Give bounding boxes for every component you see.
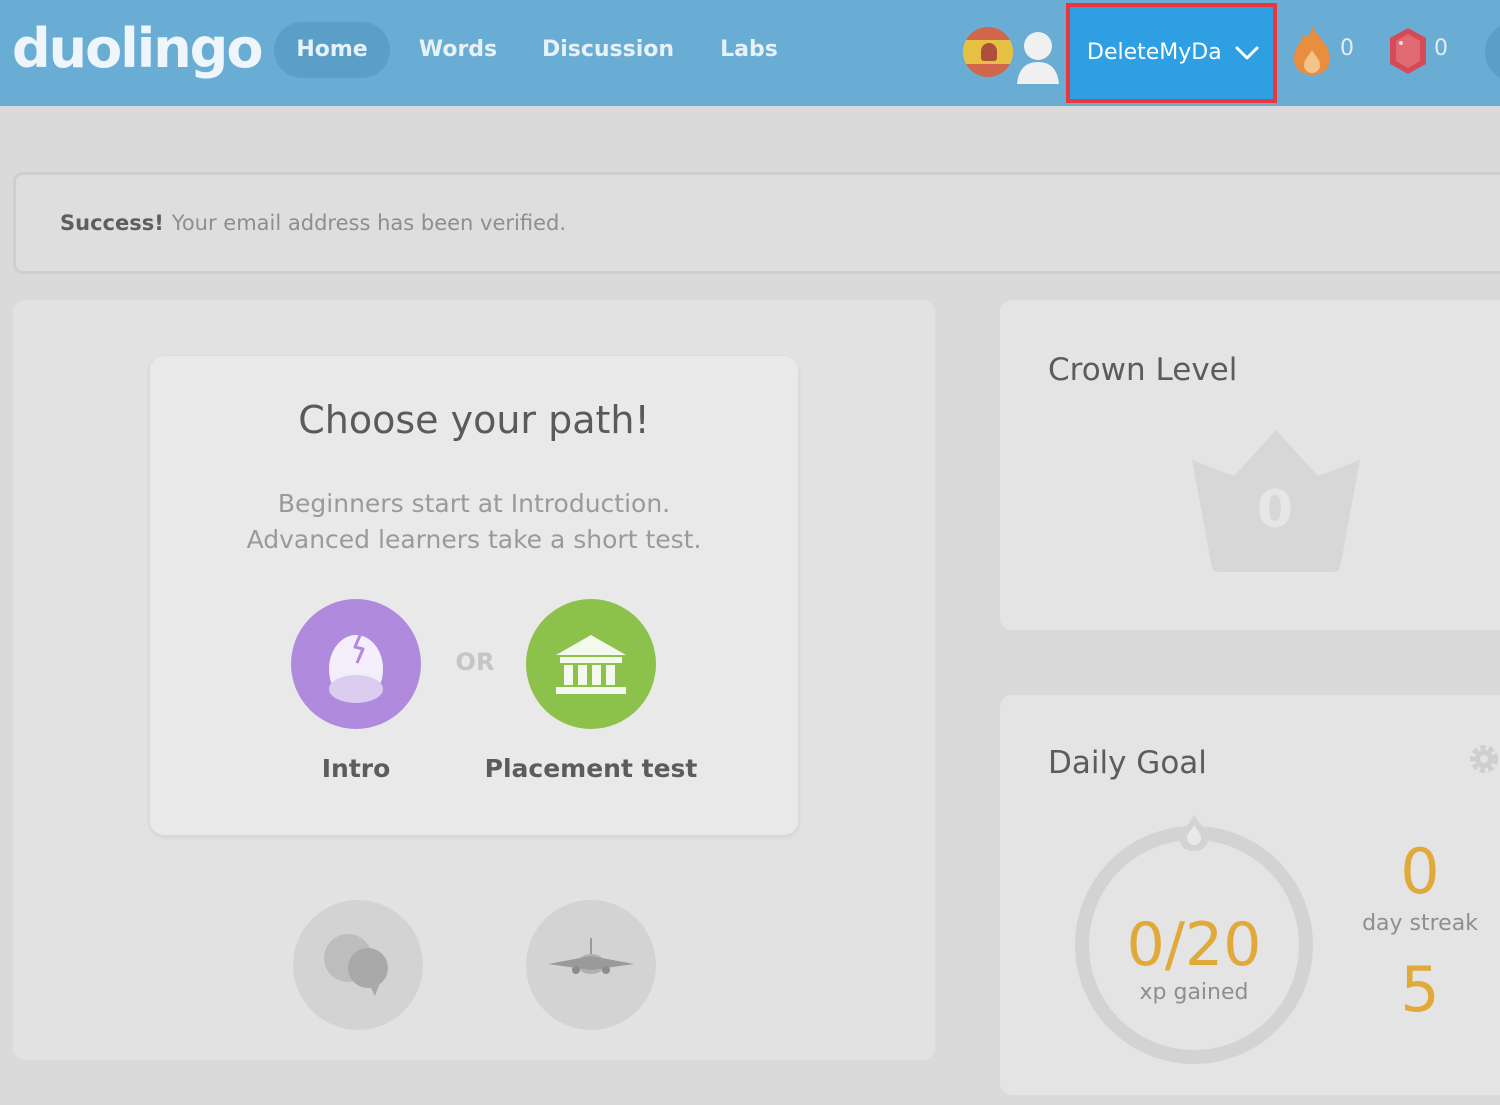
crown-level-value: 0	[1256, 480, 1294, 540]
path-title: Choose your path!	[298, 398, 650, 442]
daily-goal-title: Daily Goal	[1048, 745, 1207, 781]
xp-progress: 0/20	[1126, 910, 1262, 980]
nav-words[interactable]: Words	[404, 22, 512, 78]
user-avatar-icon[interactable]	[1013, 26, 1063, 84]
skill-conversation[interactable]	[293, 900, 423, 1030]
banner-message: Your email address has been verified.	[171, 211, 566, 235]
intro-label[interactable]: Intro	[276, 754, 436, 783]
chat-bubbles-icon	[324, 934, 388, 996]
nav-discussion[interactable]: Discussion	[528, 22, 688, 78]
nav-home[interactable]: Home	[274, 22, 390, 78]
success-banner: Success! Your email address has been veri…	[13, 172, 1500, 274]
banner-text: Success! Your email address has been veri…	[60, 175, 566, 271]
or-separator: OR	[455, 648, 495, 676]
banner-strong-label: Success!	[60, 211, 164, 235]
gem-icon[interactable]	[1386, 26, 1430, 76]
top-navigation-bar: duolingo Home Words Discussion Labs Dele…	[0, 0, 1500, 106]
nav-labs[interactable]: Labs	[708, 22, 790, 78]
crown-level-title: Crown Level	[1048, 352, 1238, 388]
gear-icon[interactable]	[1466, 741, 1500, 777]
daily-goal-panel: Daily Goal 0/20 xp gained 0 day streak 5	[1000, 695, 1500, 1095]
placement-test-button[interactable]	[526, 599, 656, 729]
airplane-icon	[548, 938, 634, 974]
day-streak-label: day streak	[1362, 911, 1478, 936]
chevron-down-icon	[1235, 46, 1259, 60]
spain-flag-icon[interactable]	[963, 27, 1013, 77]
flame-icon[interactable]	[1290, 24, 1334, 76]
crown-level-panel: Crown Level 0	[1000, 300, 1500, 630]
xp-gained-label: xp gained	[1139, 980, 1249, 1005]
building-icon	[556, 635, 626, 694]
header-right-button[interactable]	[1485, 22, 1500, 82]
skill-travel[interactable]	[526, 900, 656, 1030]
egg-icon	[329, 632, 383, 703]
next-stat-value: 5	[1400, 953, 1440, 1026]
choose-path-card: Choose your path! Beginners start at Int…	[150, 356, 798, 835]
gems-count: 0	[1434, 36, 1448, 61]
placement-test-label[interactable]: Placement test	[466, 754, 716, 783]
username-label: DeleteMyDa	[1087, 40, 1222, 65]
path-description: Beginners start at Introduction. Advance…	[150, 486, 798, 558]
user-menu-dropdown[interactable]: DeleteMyDa	[1066, 3, 1277, 103]
streak-count: 0	[1340, 36, 1354, 61]
intro-button[interactable]	[291, 599, 421, 729]
duolingo-logo[interactable]: duolingo	[12, 14, 263, 84]
path-description-line-1: Beginners start at Introduction.	[277, 489, 671, 518]
path-description-line-2: Advanced learners take a short test.	[246, 525, 702, 554]
day-streak-value: 0	[1400, 835, 1440, 908]
